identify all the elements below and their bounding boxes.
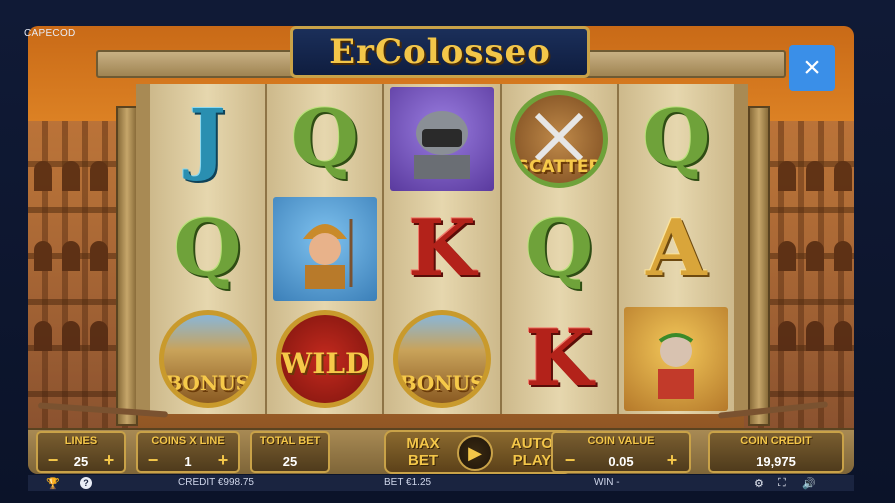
logo-text: ErColosseo	[329, 32, 551, 72]
win-display: WIN -	[594, 477, 620, 488]
emperor-thumbs-down-icon	[624, 307, 729, 411]
bonus-label: BONUS	[399, 371, 485, 395]
letter-symbol: K	[408, 203, 476, 294]
letter-symbol: Q	[173, 203, 242, 294]
letter-symbol: A	[646, 203, 707, 294]
reel-3-symbol-3: BONUS	[384, 304, 499, 414]
reel-3: K BONUS	[382, 84, 500, 414]
reel-2-symbol-3: WILD	[267, 304, 382, 414]
provider-name: CAPECOD	[24, 28, 76, 39]
wild-symbol: WILD	[275, 310, 374, 408]
settings-gear-icon[interactable]: ⚙	[754, 477, 764, 490]
coin-value-panel: COIN VALUE − 0.05 +	[551, 431, 691, 473]
reels-grid: J Q BONUS Q WILD K BONUS SCATTER Q K Q A	[136, 84, 748, 414]
bet-spin-cluster: MAX BET ▶ AUTO PLAY	[384, 430, 572, 474]
trophy-icon[interactable]: 🏆	[46, 477, 60, 490]
total-bet-panel: TOTAL BET 25	[250, 431, 330, 473]
bonus-symbol: BONUS	[158, 310, 257, 408]
reel-4-symbol-1: SCATTER	[502, 84, 617, 194]
lines-increase-button[interactable]: +	[100, 451, 118, 469]
sound-icon[interactable]: 🔊	[802, 477, 816, 490]
coin-value-label: COIN VALUE	[587, 435, 655, 447]
lines-panel: LINES − 25 +	[36, 431, 126, 473]
reel-5-symbol-2: A	[619, 194, 734, 304]
coins-x-line-label: COINS X LINE	[151, 435, 225, 447]
game-logo: ErColosseo	[290, 26, 590, 78]
reel-1-symbol-2: Q	[150, 194, 265, 304]
reel-4: SCATTER Q K	[499, 84, 617, 414]
reel-2: Q WILD	[265, 84, 383, 414]
reel-1-symbol-1: J	[150, 84, 265, 194]
soldier-icon	[272, 197, 377, 301]
max-bet-label-1: MAX	[406, 435, 440, 452]
reel-2-symbol-2	[267, 194, 382, 304]
scatter-label: SCATTER	[516, 157, 602, 177]
reel-1-symbol-3: BONUS	[150, 304, 265, 414]
coin-credit-value: 19,975	[756, 454, 796, 469]
bet-display: BET €1.25	[384, 477, 432, 488]
wild-label: WILD	[280, 347, 370, 380]
bonus-symbol: BONUS	[393, 310, 491, 408]
right-pillar	[748, 106, 770, 426]
letter-symbol: K	[525, 313, 594, 404]
total-bet-value: 25	[282, 454, 298, 469]
coin-credit-label: COIN CREDIT	[740, 435, 812, 447]
max-bet-button[interactable]: MAX BET	[394, 435, 452, 469]
play-icon: ▶	[468, 442, 482, 463]
provider-label: CAPECOD	[24, 28, 76, 39]
letter-symbol: Q	[642, 93, 711, 184]
bonus-label: BONUS	[165, 371, 251, 395]
scatter-symbol: SCATTER	[510, 90, 609, 188]
status-bar: 🏆 ? CREDIT €998.75 BET €1.25 WIN - ⚙ ⛶ 🔊	[28, 475, 854, 491]
max-bet-label-2: BET	[408, 452, 438, 469]
coin-credit-panel: COIN CREDIT 19,975	[708, 431, 844, 473]
help-icon[interactable]: ?	[80, 477, 92, 489]
left-pillar	[116, 106, 138, 426]
close-icon: ×	[803, 51, 821, 84]
reel-4-symbol-3: K	[502, 304, 617, 414]
reel-4-symbol-2: Q	[502, 194, 617, 304]
game-window: J Q BONUS Q WILD K BONUS SCATTER Q K Q A ErColosseo…	[28, 26, 854, 474]
credit-display: CREDIT €998.75	[178, 477, 254, 488]
letter-symbol: J	[189, 93, 227, 184]
spin-button[interactable]: ▶	[457, 435, 493, 471]
reel-2-symbol-1: Q	[267, 84, 382, 194]
letter-symbol: Q	[290, 93, 359, 184]
close-button[interactable]: ×	[789, 45, 835, 91]
reel-5-symbol-1: Q	[619, 84, 734, 194]
fullscreen-icon[interactable]: ⛶	[778, 477, 786, 490]
reel-3-symbol-1	[384, 84, 499, 194]
reel-5: QA	[616, 84, 735, 414]
reel-3-symbol-2: K	[384, 194, 499, 304]
lines-label: LINES	[64, 435, 98, 447]
total-bet-label: TOTAL BET	[259, 435, 321, 447]
gladiator-helmet-icon	[390, 87, 494, 191]
coin-value-increase-button[interactable]: +	[663, 451, 681, 469]
coins-increase-button[interactable]: +	[214, 451, 232, 469]
coins-x-line-panel: COINS X LINE − 1 +	[136, 431, 240, 473]
letter-symbol: Q	[525, 203, 594, 294]
reel-1: J Q BONUS	[150, 84, 266, 414]
reel-5-symbol-3	[619, 304, 734, 414]
